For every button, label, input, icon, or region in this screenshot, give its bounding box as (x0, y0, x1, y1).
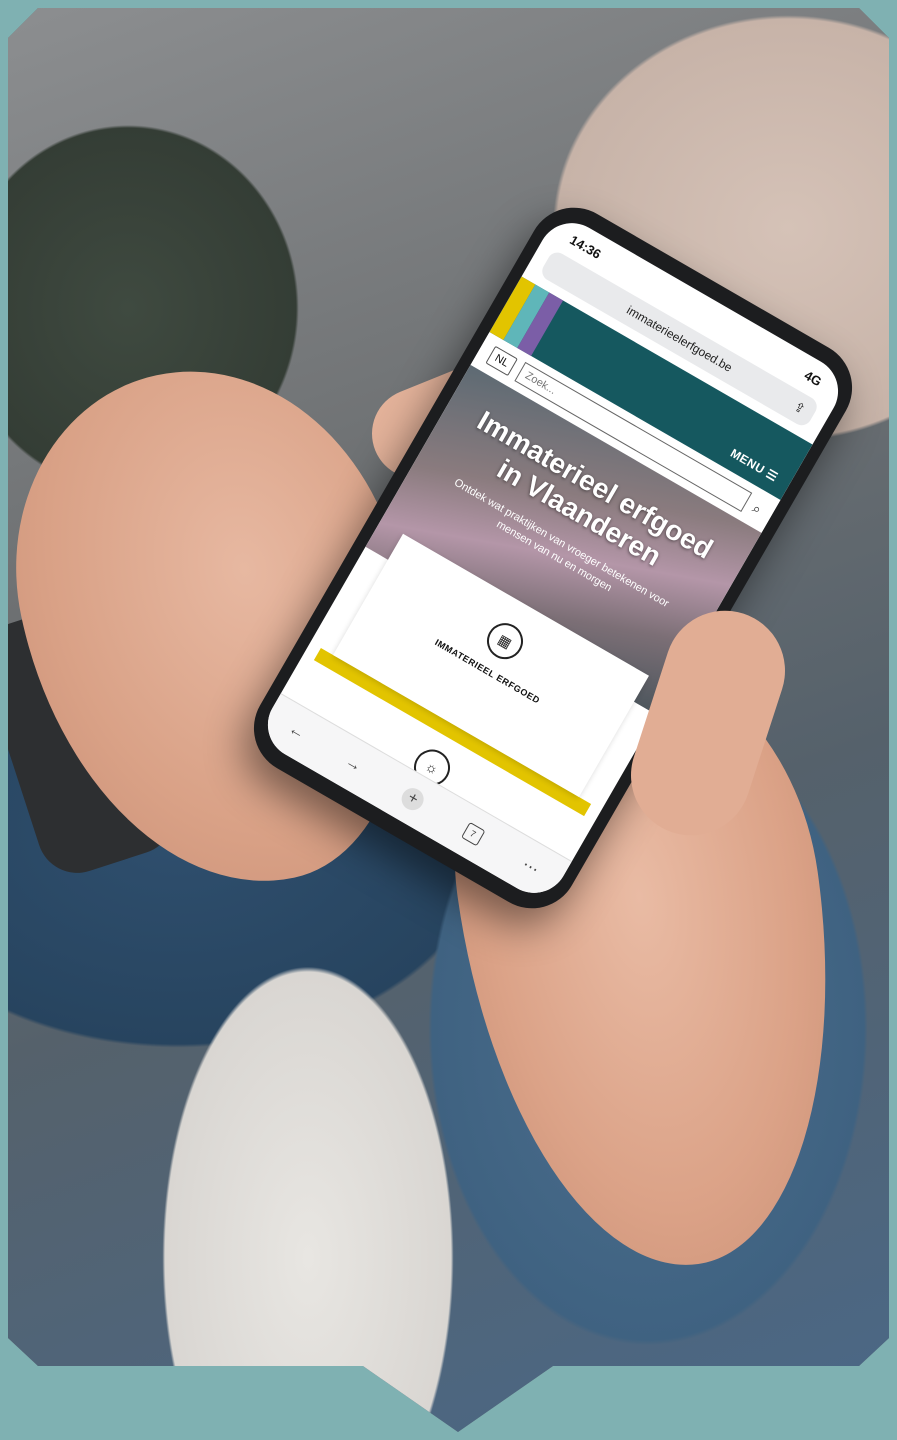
more-icon[interactable]: ⋯ (519, 855, 543, 880)
photo-frame: 14:36 4G immaterieelerfgoed.be ⇪ MENU ☰ … (8, 8, 889, 1432)
status-signal: 4G (801, 367, 825, 389)
grid-icon: ▦ (480, 616, 530, 666)
share-icon[interactable]: ⇪ (791, 399, 808, 418)
status-time: 14:36 (567, 231, 604, 262)
back-arrow-icon[interactable]: ← (285, 720, 307, 744)
tabs-button[interactable]: 7 (460, 821, 486, 847)
forward-arrow-icon[interactable]: → (342, 753, 364, 777)
plus-icon[interactable]: + (397, 784, 428, 815)
search-icon[interactable]: ⌕ (750, 499, 765, 518)
language-select[interactable]: NL (485, 345, 518, 377)
